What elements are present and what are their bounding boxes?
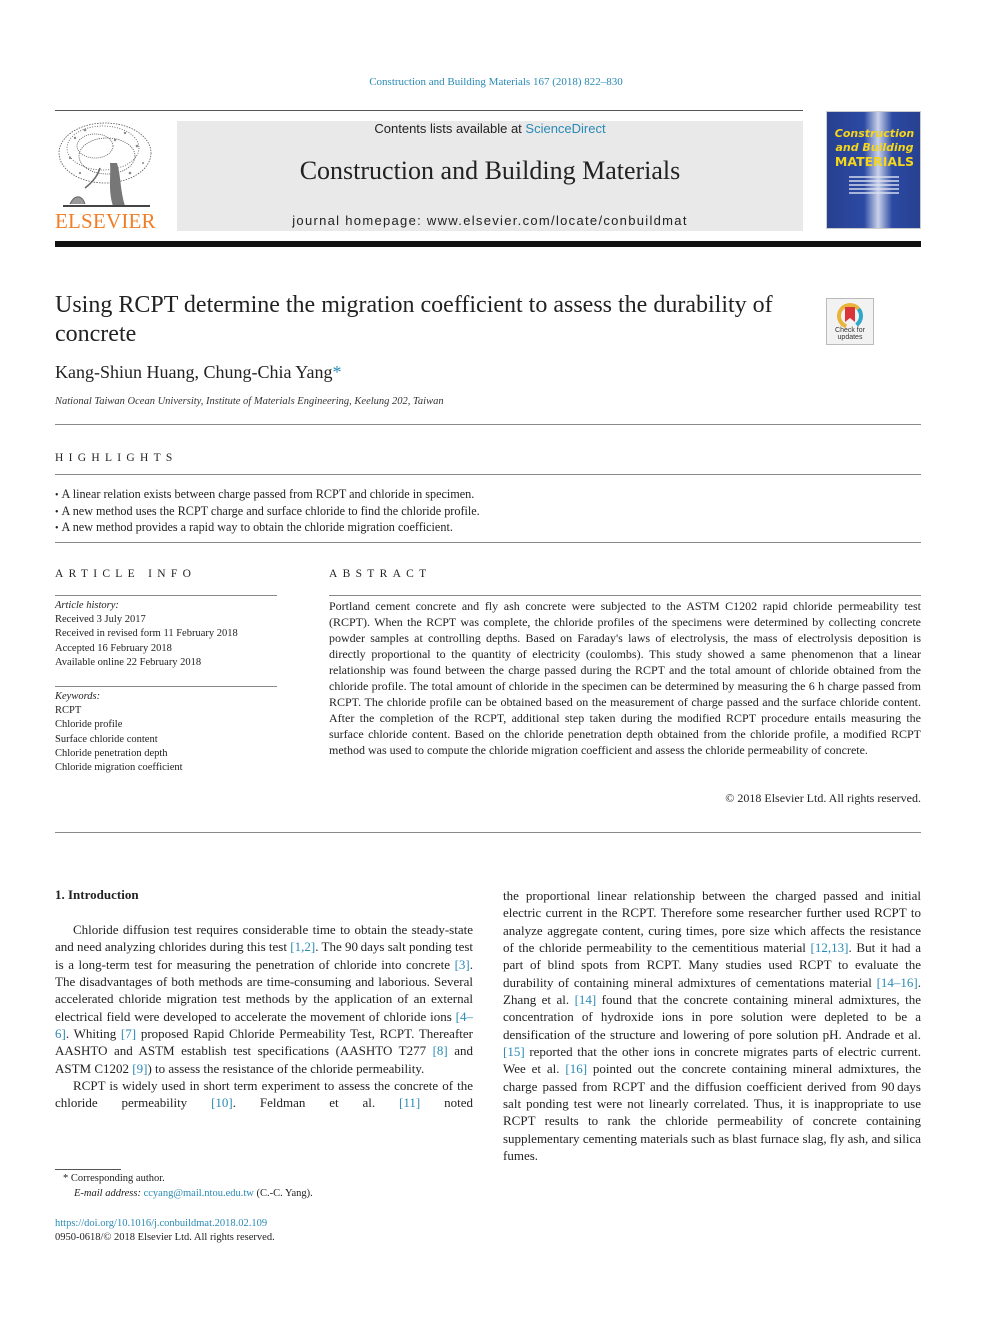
cover-title-line1: Construction (834, 127, 915, 140)
abstract-text: Portland cement concrete and fly ash con… (329, 599, 921, 757)
cover-title-line2: and Building (835, 141, 914, 154)
email-link[interactable]: ccyang@mail.ntou.edu.tw (144, 1188, 254, 1199)
divider (55, 686, 277, 687)
sciencedirect-link[interactable]: ScienceDirect (525, 121, 605, 136)
contents-line: Contents lists available at ScienceDirec… (177, 121, 803, 136)
body-text: ) to assess the resistance of the chlori… (147, 1060, 425, 1076)
crossmark-label: Check for updates (827, 327, 873, 341)
email-suffix: (C.-C. Yang). (256, 1188, 313, 1199)
highlights-heading: HIGHLIGHTS (55, 452, 178, 464)
abstract-copyright: © 2018 Elsevier Ltd. All rights reserved… (725, 791, 921, 805)
citation-link[interactable]: [14–16] (877, 975, 918, 990)
history-accepted: Accepted 16 February 2018 (55, 642, 172, 654)
elsevier-logo[interactable]: ELSEVIER (55, 118, 156, 236)
citation-link[interactable]: [8] (433, 1043, 448, 1058)
citation-link[interactable]: [12,13] (811, 940, 849, 955)
doi-link[interactable]: https://doi.org/10.1016/j.conbuildmat.20… (55, 1217, 275, 1231)
bullet-icon: • (55, 523, 59, 534)
highlight-item: • A new method uses the RCPT charge and s… (55, 504, 921, 521)
authors-names[interactable]: Kang-Shiun Huang, Chung-Chia Yang (55, 362, 333, 382)
citation-link[interactable]: [7] (121, 1026, 136, 1041)
bullet-icon: • (55, 506, 59, 518)
crossmark-label-line2: updates (837, 334, 863, 341)
history-revised: Received in revised form 11 February 201… (55, 628, 238, 640)
highlight-text: A linear relation exists between charge … (61, 487, 475, 501)
highlight-text: A new method provides a rapid way to obt… (61, 520, 453, 534)
body-text: pointed out the concrete containing mine… (503, 1061, 921, 1164)
check-for-updates-button[interactable]: Check for updates (826, 298, 874, 345)
citation-link[interactable]: [10] (211, 1095, 233, 1110)
keyword-item[interactable]: Chloride profile (55, 718, 277, 732)
abstract-heading: ABSTRACT (329, 568, 432, 580)
article-history-label: Article history: (55, 600, 119, 611)
citation-link[interactable]: [14] (575, 992, 597, 1007)
divider (55, 832, 921, 833)
journal-reference-link[interactable]: Construction and Building Materials 167 … (0, 76, 992, 88)
journal-cover-image[interactable]: Construction and Building MATERIALS (826, 111, 921, 229)
citation-link[interactable]: [16] (565, 1061, 587, 1076)
header-top-rule (55, 110, 803, 111)
elsevier-tree-icon (58, 122, 152, 207)
doi-block: https://doi.org/10.1016/j.conbuildmat.20… (55, 1217, 275, 1245)
cover-subtitle-lines (849, 174, 899, 196)
crossmark-label-line1: Check for (835, 327, 865, 334)
history-online: Available online 22 February 2018 (55, 656, 202, 668)
keyword-item[interactable]: Chloride penetration depth (55, 747, 277, 761)
paragraph: RCPT is widely used in short term experi… (55, 1077, 473, 1112)
history-received: Received 3 July 2017 (55, 614, 146, 626)
paragraph-continued: the proportional linear relationship bet… (503, 887, 921, 1165)
citation-link[interactable]: [1,2] (290, 939, 315, 954)
header-thick-rule (55, 241, 921, 247)
journal-homepage-link[interactable]: journal homepage: www.elsevier.com/locat… (177, 213, 803, 228)
body-text: . Feldman et al. (232, 1095, 400, 1111)
keyword-item[interactable]: Surface chloride content (55, 733, 277, 747)
footnote-rule (55, 1169, 121, 1170)
keyword-item[interactable]: RCPT (55, 704, 277, 718)
keywords: Keywords: RCPT Chloride profile Surface … (55, 690, 277, 775)
citation-link[interactable]: [9] (132, 1061, 147, 1076)
highlight-item: • A new method provides a rapid way to ob… (55, 520, 921, 537)
cover-title: Construction and Building MATERIALS (827, 127, 922, 169)
citation-link[interactable]: [15] (503, 1044, 525, 1059)
divider (329, 595, 921, 596)
footnote-corresponding-text: Corresponding author. (70, 1173, 165, 1184)
highlights-list: • A linear relation exists between charge… (55, 487, 921, 537)
footnotes: * Corresponding author. E-mail address: … (55, 1171, 485, 1201)
affiliation: National Taiwan Ocean University, Instit… (55, 396, 444, 407)
contents-prefix: Contents lists available at (374, 121, 526, 136)
divider (55, 595, 277, 596)
article-title: Using RCPT determine the migration coeff… (55, 292, 773, 347)
citation-link[interactable]: [11] (399, 1095, 420, 1110)
highlight-text: A new method uses the RCPT charge and su… (61, 503, 480, 518)
journal-title: Construction and Building Materials (299, 156, 681, 185)
citation-link[interactable]: [3] (455, 957, 470, 972)
issn-copyright: 0950-0618/© 2018 Elsevier Ltd. All right… (55, 1232, 275, 1243)
elsevier-wordmark: ELSEVIER (55, 209, 156, 233)
cover-title-line3: MATERIALS (834, 154, 915, 169)
body-text: noted (420, 1095, 473, 1111)
email-label: E-mail address: (74, 1188, 141, 1199)
keyword-item[interactable]: Chloride migration coefficient (55, 761, 277, 775)
footnote-corresponding: * Corresponding author. (55, 1171, 485, 1186)
keywords-label: Keywords: (55, 691, 101, 702)
article-history: Article history: Received 3 July 2017 Re… (55, 599, 277, 670)
author-list: Kang-Shiun Huang, Chung-Chia Yang* (55, 362, 342, 383)
article-info-heading: ARTICLE INFO (55, 568, 197, 580)
footnote-marker: * (63, 1173, 69, 1184)
section-heading-introduction: 1. Introduction (55, 887, 139, 902)
divider (55, 542, 921, 543)
divider (55, 424, 921, 425)
footnote-email: E-mail address: ccyang@mail.ntou.edu.tw … (55, 1186, 485, 1201)
highlight-item: • A linear relation exists between charge… (55, 487, 921, 504)
paragraph: Chloride diffusion test requires conside… (55, 921, 473, 1077)
body-text: . Whiting (65, 1026, 121, 1042)
corresponding-author-marker[interactable]: * (333, 362, 342, 382)
body-column-left: Chloride diffusion test requires conside… (55, 921, 473, 1112)
divider (55, 474, 921, 475)
bullet-icon: • (55, 490, 59, 501)
body-column-right: the proportional linear relationship bet… (503, 887, 921, 1165)
